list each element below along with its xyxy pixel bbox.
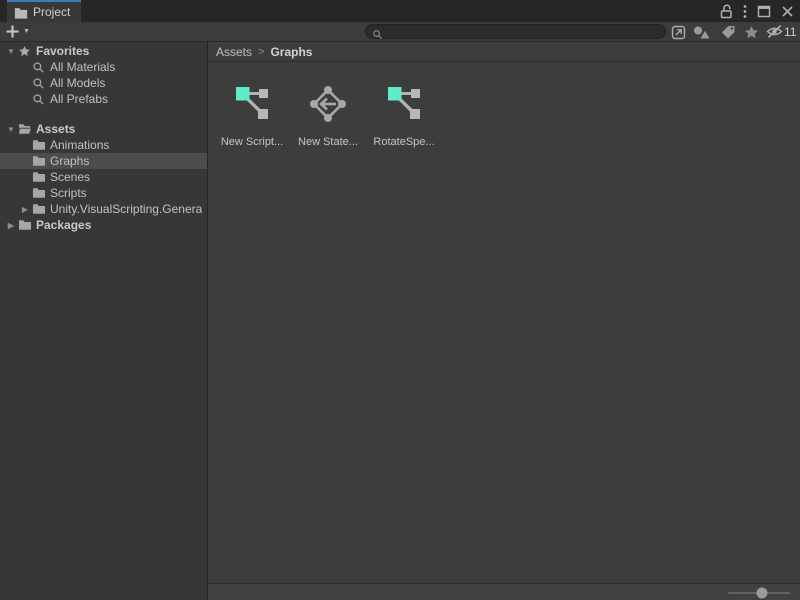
folder-icon — [14, 6, 28, 19]
close-icon[interactable] — [781, 5, 794, 18]
sidebar-item-label: All Models — [50, 76, 105, 90]
chevron-down-icon[interactable]: ▼ — [4, 47, 18, 56]
search-icon — [32, 93, 48, 106]
folder-icon — [32, 155, 48, 167]
chevron-right-icon[interactable]: ▶ — [4, 221, 18, 230]
folder-icon — [32, 139, 48, 151]
sidebar-item-label: Scripts — [50, 186, 87, 200]
sidebar-item-scenes[interactable]: Scenes — [0, 169, 207, 185]
create-add-button[interactable]: ▼ — [5, 24, 30, 39]
asset-item-rotatespe[interactable]: RotateSpe... — [368, 84, 440, 148]
asset-item-new-state[interactable]: New State... — [292, 84, 364, 148]
add-icon — [5, 24, 20, 39]
tab-bar: Project — [0, 0, 800, 22]
zoom-slider-thumb[interactable] — [757, 588, 768, 599]
chevron-down-icon[interactable]: ▼ — [4, 125, 18, 134]
folder-icon — [18, 219, 34, 231]
folder-open-icon — [18, 123, 34, 135]
sidebar-item-label: Animations — [50, 138, 109, 152]
save-search-star-icon[interactable] — [744, 25, 759, 40]
sidebar-item-label: Unity.VisualScripting.Genera — [50, 202, 202, 216]
star-icon — [18, 45, 34, 58]
sidebar-item-label: Assets — [36, 122, 75, 136]
sidebar-item-assets[interactable]: ▼ Assets — [0, 121, 207, 137]
maximize-icon[interactable] — [757, 5, 771, 18]
eye-off-icon — [766, 24, 783, 39]
sidebar-item-label: Graphs — [50, 154, 89, 168]
sidebar-item-packages[interactable]: ▶ Packages — [0, 217, 207, 233]
sidebar-item-all-models[interactable]: All Models — [0, 75, 207, 91]
hidden-count: 11 — [784, 25, 796, 39]
sidebar-item-favorites[interactable]: ▼ Favorites — [0, 43, 207, 59]
sidebar-item-all-prefabs[interactable]: All Prefabs — [0, 91, 207, 107]
sidebar-item-label: Scenes — [50, 170, 90, 184]
sidebar-item-label: Packages — [36, 218, 91, 232]
open-in-search-icon[interactable] — [671, 25, 686, 40]
sidebar-item-animations[interactable]: Animations — [0, 137, 207, 153]
asset-browser-panel: Assets > Graphs New Script... New State..… — [208, 42, 800, 600]
zoom-slider[interactable] — [728, 592, 790, 594]
chevron-right-icon[interactable]: ▶ — [18, 205, 32, 214]
script-graph-icon — [232, 84, 272, 124]
sidebar-item-label: All Prefabs — [50, 92, 108, 106]
search-field — [365, 24, 666, 39]
status-bar — [208, 583, 800, 600]
search-input[interactable] — [386, 26, 662, 39]
sidebar-item-all-materials[interactable]: All Materials — [0, 59, 207, 75]
window-controls — [720, 0, 794, 22]
sidebar-item-label: Favorites — [36, 44, 89, 58]
breadcrumb: Assets > Graphs — [208, 42, 800, 62]
sidebar-item-graphs[interactable]: Graphs — [0, 153, 207, 169]
script-graph-icon — [384, 84, 424, 124]
tab-label: Project — [33, 5, 70, 19]
hidden-count-toggle[interactable]: 11 — [766, 24, 796, 39]
breadcrumb-root[interactable]: Assets — [216, 45, 252, 59]
search-icon — [32, 77, 48, 90]
tab-project[interactable]: Project — [7, 0, 81, 22]
state-graph-icon — [308, 84, 348, 124]
kebab-menu-icon[interactable] — [743, 4, 747, 19]
sidebar-item-unity-visualscripting-genera[interactable]: ▶ Unity.VisualScripting.Genera — [0, 201, 207, 217]
project-toolbar: ▼ — [0, 22, 800, 42]
breadcrumb-separator-icon: > — [258, 46, 264, 58]
project-tree-sidebar: ▼ Favorites All Materials All Models All Pre… — [0, 42, 207, 600]
dropdown-arrow-icon: ▼ — [23, 28, 30, 35]
asset-grid: New Script... New State... RotateSpe... — [208, 62, 800, 148]
sidebar-item-label: All Materials — [50, 60, 115, 74]
breadcrumb-current[interactable]: Graphs — [270, 45, 312, 59]
sidebar-item-scripts[interactable]: Scripts — [0, 185, 207, 201]
asset-item-label: New Script... — [221, 136, 283, 148]
folder-icon — [32, 187, 48, 199]
asset-item-label: New State... — [298, 136, 358, 148]
folder-icon — [32, 171, 48, 183]
search-by-label-icon[interactable] — [721, 25, 736, 39]
folder-icon — [32, 203, 48, 215]
asset-item-new-script[interactable]: New Script... — [216, 84, 288, 148]
asset-item-label: RotateSpe... — [373, 136, 434, 148]
search-by-type-icon[interactable] — [693, 25, 710, 39]
unlock-icon[interactable] — [720, 4, 733, 19]
search-icon — [32, 61, 48, 74]
